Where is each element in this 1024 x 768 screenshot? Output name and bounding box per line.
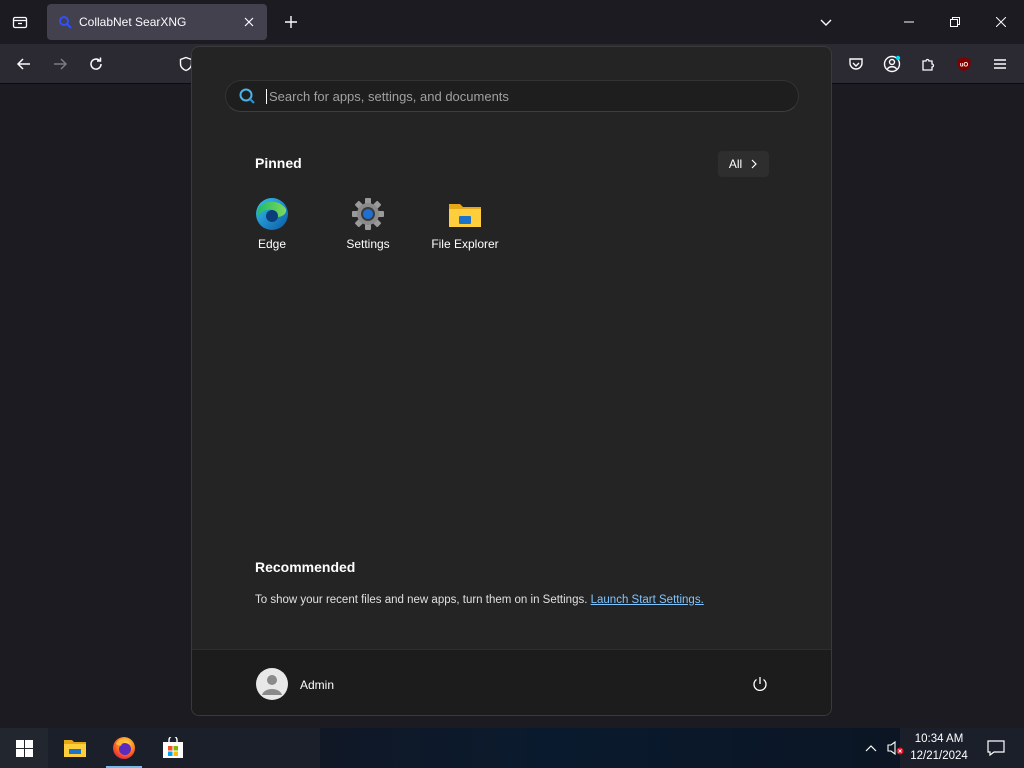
recommended-message: To show your recent files and new apps, … bbox=[255, 594, 704, 606]
power-icon[interactable] bbox=[746, 670, 774, 698]
desktop-wallpaper-strip bbox=[320, 728, 900, 768]
folder-icon bbox=[448, 197, 482, 231]
pinned-heading: Pinned bbox=[255, 155, 302, 171]
start-search-box[interactable] bbox=[225, 80, 799, 112]
firefox-view-icon[interactable] bbox=[8, 10, 32, 34]
taskbar-microsoft-store-icon[interactable] bbox=[151, 728, 195, 768]
window-close-icon[interactable] bbox=[979, 6, 1023, 38]
user-avatar[interactable] bbox=[256, 668, 288, 700]
extensions-puzzle-icon[interactable] bbox=[914, 50, 942, 78]
launch-start-settings-link[interactable]: Launch Start Settings. bbox=[591, 594, 704, 606]
show-hidden-icons-chevron-icon[interactable] bbox=[860, 728, 882, 768]
searxng-icon bbox=[57, 14, 73, 30]
volume-muted-icon[interactable] bbox=[884, 728, 906, 768]
tab-searxng[interactable]: CollabNet SearXNG bbox=[47, 4, 267, 40]
pinned-app-file-explorer[interactable]: File Explorer bbox=[417, 197, 513, 261]
restore-icon[interactable] bbox=[933, 6, 977, 38]
start-search-input[interactable] bbox=[266, 88, 766, 104]
start-menu: Pinned All Edge bbox=[191, 46, 832, 716]
pinned-app-label: Settings bbox=[346, 237, 390, 251]
svg-text:uO: uO bbox=[960, 63, 969, 69]
clock-time: 10:34 AM bbox=[914, 733, 964, 745]
account-icon[interactable] bbox=[878, 50, 906, 78]
new-tab-plus-icon[interactable] bbox=[279, 10, 303, 34]
forward-arrow-icon[interactable] bbox=[46, 50, 74, 78]
recommended-text: To show your recent files and new apps, … bbox=[255, 594, 588, 606]
list-all-tabs-chevron-icon[interactable] bbox=[814, 10, 838, 34]
pocket-icon[interactable] bbox=[842, 50, 870, 78]
search-icon bbox=[238, 87, 256, 105]
all-apps-label: All bbox=[728, 157, 743, 171]
taskbar-file-explorer-icon[interactable] bbox=[53, 728, 97, 768]
system-clock[interactable]: 10:34 AM 12/21/2024 bbox=[906, 731, 972, 765]
reload-icon[interactable] bbox=[82, 50, 110, 78]
settings-gear-icon bbox=[351, 197, 385, 231]
ublock-origin-icon[interactable]: uO bbox=[950, 50, 978, 78]
all-apps-button[interactable]: All bbox=[718, 151, 769, 177]
pinned-app-label: File Explorer bbox=[431, 237, 499, 251]
pinned-app-label: Edge bbox=[257, 237, 287, 251]
tab-title: CollabNet SearXNG bbox=[79, 15, 187, 29]
back-arrow-icon[interactable] bbox=[10, 50, 38, 78]
close-tab-icon[interactable] bbox=[237, 10, 261, 34]
hamburger-menu-icon[interactable] bbox=[986, 50, 1014, 78]
recommended-heading: Recommended bbox=[255, 559, 356, 575]
clock-date: 12/21/2024 bbox=[910, 750, 968, 762]
taskbar: 10:34 AM 12/21/2024 bbox=[0, 728, 1024, 768]
browser-tab-bar: CollabNet SearXNG bbox=[0, 0, 1024, 44]
taskbar-firefox-icon[interactable] bbox=[102, 728, 146, 768]
edge-icon bbox=[255, 197, 289, 231]
pinned-app-settings[interactable]: Settings bbox=[320, 197, 416, 261]
pinned-app-edge[interactable]: Edge bbox=[224, 197, 320, 261]
notifications-icon[interactable] bbox=[976, 728, 1016, 768]
windows-start-icon[interactable] bbox=[0, 728, 48, 768]
minimize-icon[interactable] bbox=[887, 6, 931, 38]
chevron-right-icon bbox=[751, 159, 758, 169]
start-menu-footer: Admin bbox=[192, 649, 831, 715]
user-name[interactable]: Admin bbox=[300, 678, 334, 692]
